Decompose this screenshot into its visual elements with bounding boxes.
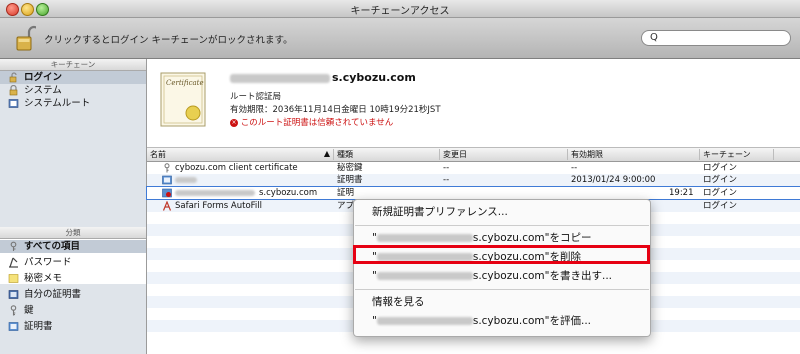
- cell-keychain: ログイン: [703, 188, 738, 198]
- table-header: 名前 ▲ 種類 変更日 有効期限 キーチェーン: [147, 148, 800, 162]
- toolbar: クリックするとログイン キーチェーンがロックされます。 Q: [0, 18, 800, 59]
- key-icon: [164, 163, 170, 173]
- category-section-header: 分類: [0, 227, 146, 239]
- secure-note-icon: [8, 274, 19, 283]
- cell-modified: --: [443, 175, 450, 185]
- sidebar-item-secure-notes[interactable]: 秘密メモ: [0, 272, 146, 285]
- redacted-text: [376, 234, 473, 242]
- login-keychain-icon: [9, 72, 17, 83]
- search-icon: Q: [650, 32, 658, 43]
- redacted-text: [376, 317, 473, 325]
- certificate-name: s.cybozu.com: [230, 71, 416, 84]
- sidebar-item-certificates[interactable]: 証明書: [0, 320, 146, 333]
- delete-highlight-box: [353, 245, 650, 264]
- warning-icon: ×: [230, 118, 238, 127]
- system-keychain-icon: [9, 85, 18, 96]
- sidebar-item-all-items[interactable]: すべての項目: [0, 240, 146, 253]
- menu-separator: [355, 225, 649, 226]
- all-items-icon: [10, 241, 17, 251]
- cell-name: s.cybozu.com: [259, 188, 318, 198]
- cell-kind: アプ: [337, 201, 355, 211]
- sidebar-item-label: 証明書: [24, 321, 53, 332]
- redacted-text: [230, 73, 330, 83]
- menu-item-evaluate[interactable]: " s.cybozu.com"を評価...: [354, 311, 650, 331]
- certificate-type: ルート認証局: [230, 92, 282, 102]
- title-bar: キーチェーンアクセス: [0, 0, 800, 18]
- cell-keychain: ログイン: [703, 163, 738, 173]
- cell-expires: 2013/01/24 9:00:00: [571, 175, 656, 185]
- sidebar-item-passwords[interactable]: パスワード: [0, 256, 146, 269]
- system-root-icon: [8, 99, 19, 108]
- window-title: キーチェーンアクセス: [350, 6, 450, 17]
- keychain-access-window: キーチェーンアクセス クリックするとログイン キーチェーンがロックされます。 Q…: [0, 0, 800, 354]
- column-header-modified[interactable]: 変更日: [440, 149, 568, 160]
- password-icon: [162, 201, 172, 211]
- redacted-text: [175, 190, 255, 196]
- sort-ascending-icon: ▲: [323, 149, 330, 158]
- cell-kind: 秘密鍵: [337, 163, 363, 173]
- sidebar-item-login[interactable]: ログイン: [0, 71, 146, 84]
- lock-status-text[interactable]: クリックするとログイン キーチェーンがロックされます。: [44, 32, 293, 46]
- sidebar-item-label: パスワード: [24, 257, 72, 268]
- certificate-summary: Certificate s.cybozu.com ルート認証局 有効期限：203…: [147, 59, 800, 148]
- redacted-text: [376, 272, 473, 280]
- menu-item-get-info[interactable]: 情報を見る: [354, 292, 650, 312]
- sidebar: キーチェーン ログイン システム システムルート 分類 すべての項目 パスワード…: [0, 59, 147, 354]
- sidebar-item-label: システム: [24, 85, 62, 96]
- table-row-selected[interactable]: s.cybozu.com 証明 19:21 ログイン: [146, 186, 800, 200]
- column-header-expires[interactable]: 有効期限: [568, 149, 700, 160]
- cell-keychain: ログイン: [703, 175, 738, 185]
- column-header-keychain[interactable]: キーチェーン: [700, 149, 774, 160]
- keychain-section-header: キーチェーン: [0, 59, 146, 71]
- certificate-warning: × このルート証明書は信頼されていません: [230, 118, 394, 128]
- column-header-name[interactable]: 名前 ▲: [147, 149, 334, 160]
- cell-name: cybozu.com client certificate: [175, 163, 298, 173]
- cell-keychain: ログイン: [703, 201, 738, 211]
- menu-separator: [355, 289, 649, 290]
- certificate-icon: [8, 322, 19, 331]
- sidebar-item-label: 鍵: [24, 305, 34, 316]
- sidebar-item-system[interactable]: システム: [0, 84, 146, 97]
- table-row[interactable]: cybozu.com client certificate 秘密鍵 -- -- …: [147, 162, 800, 174]
- sidebar-item-label: システムルート: [24, 98, 91, 109]
- cell-expires: 19:21: [669, 188, 694, 198]
- sidebar-item-label: 自分の証明書: [24, 289, 82, 300]
- certificate-icon: [162, 175, 172, 185]
- password-icon: [9, 257, 18, 268]
- sidebar-item-label: ログイン: [24, 72, 63, 83]
- cell-expires: --: [571, 163, 578, 173]
- menu-item-new-certificate-preference[interactable]: 新規証明書プリファレンス...: [354, 202, 650, 222]
- table-row[interactable]: 証明書 -- 2013/01/24 9:00:00 ログイン: [147, 174, 800, 186]
- cell-kind: 証明: [337, 188, 355, 198]
- column-header-kind[interactable]: 種類: [334, 149, 440, 160]
- sidebar-item-label: すべての項目: [24, 241, 80, 252]
- key-icon: [10, 305, 17, 316]
- untrusted-certificate-icon: [162, 188, 172, 198]
- unlocked-padlock-icon[interactable]: [16, 24, 36, 52]
- sidebar-item-keys[interactable]: 鍵: [0, 304, 146, 317]
- certificate-expiry: 有効期限：2036年11月14日金曜日 10時19分21秒JST: [230, 105, 441, 115]
- cell-modified: --: [443, 163, 450, 173]
- cell-name: Safari Forms AutoFill: [175, 201, 262, 211]
- menu-item-export[interactable]: " s.cybozu.com"を書き出す...: [354, 266, 650, 286]
- my-certificate-icon: [8, 290, 19, 299]
- sidebar-item-system-root[interactable]: システムルート: [0, 97, 146, 110]
- context-menu: 新規証明書プリファレンス... " s.cybozu.com"をコピー " s.cy…: [353, 199, 651, 337]
- search-field[interactable]: Q: [641, 30, 791, 46]
- sidebar-item-label: 秘密メモ: [24, 273, 63, 284]
- redacted-text: [175, 177, 197, 183]
- sidebar-item-my-certificates[interactable]: 自分の証明書: [0, 288, 146, 301]
- certificate-badge-text: Certificate: [166, 79, 204, 87]
- cell-kind: 証明書: [337, 175, 363, 185]
